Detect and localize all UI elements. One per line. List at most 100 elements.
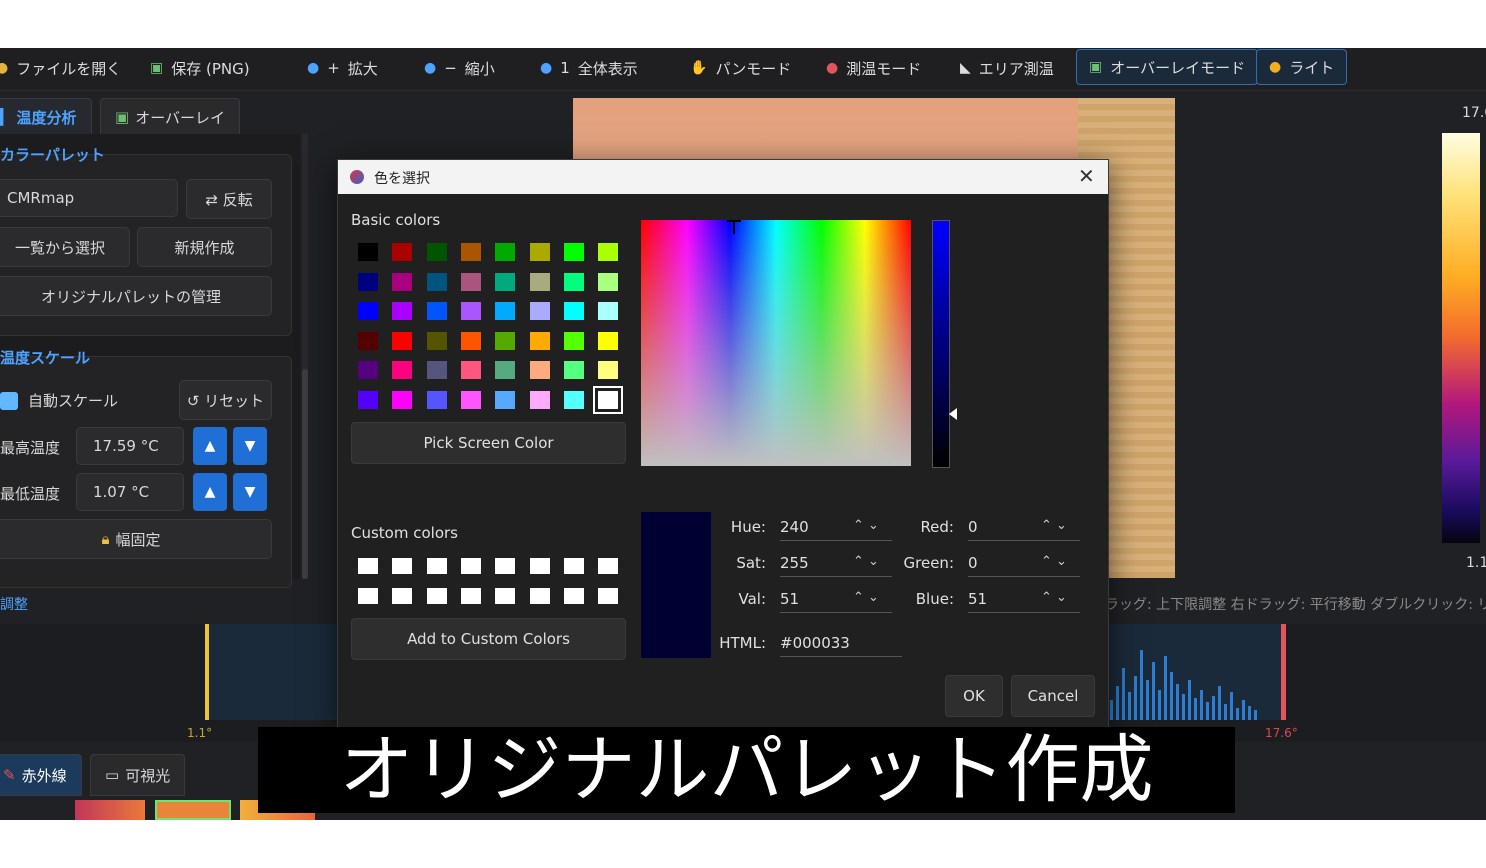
palette-select[interactable]: CMRmap — [0, 179, 178, 217]
custom-color-swatch[interactable] — [495, 558, 516, 574]
basic-color-swatch[interactable] — [495, 302, 516, 320]
custom-color-swatch[interactable] — [563, 558, 584, 574]
left-panel-scrollbar[interactable] — [302, 134, 308, 579]
basic-color-swatch[interactable] — [598, 272, 619, 291]
basic-color-swatch[interactable] — [529, 302, 550, 320]
basic-color-swatch[interactable] — [495, 243, 516, 261]
pick-screen-color-button[interactable]: Pick Screen Color — [351, 422, 626, 464]
basic-color-swatch[interactable] — [426, 243, 447, 261]
reset-button[interactable]: ↺ リセット — [179, 380, 272, 420]
custom-color-swatch[interactable] — [563, 588, 584, 604]
basic-color-swatch[interactable] — [598, 331, 619, 350]
val-spin-icon[interactable]: ⌃ ⌄ — [853, 590, 879, 605]
basic-color-swatch[interactable] — [563, 302, 584, 320]
cancel-button[interactable]: Cancel — [1011, 675, 1095, 717]
basic-color-swatch[interactable] — [495, 361, 516, 379]
basic-color-swatch[interactable] — [529, 361, 550, 379]
basic-color-swatch[interactable] — [358, 361, 378, 379]
basic-color-swatch[interactable] — [392, 390, 413, 409]
custom-color-swatch[interactable] — [426, 558, 447, 574]
temp-measure-button[interactable]: ● 測温モード — [826, 51, 921, 85]
close-icon[interactable]: ✕ — [1078, 164, 1095, 188]
custom-color-swatch[interactable] — [598, 558, 619, 574]
tab-temperature-analysis[interactable]: ▍ 温度分析 — [0, 98, 92, 135]
basic-color-swatch[interactable] — [460, 331, 481, 350]
max-temp-up-button[interactable]: ▲ — [193, 427, 227, 465]
zoom-in-button[interactable]: ● + 拡大 — [307, 51, 378, 85]
tab-infrared[interactable]: ✎ 赤外線 — [0, 754, 82, 796]
basic-color-swatch[interactable] — [563, 272, 584, 291]
manage-palettes-button[interactable]: オリジナルパレットの管理 — [0, 276, 272, 316]
area-measure-button[interactable]: ◣ エリア測温 — [960, 51, 1054, 85]
custom-color-swatch[interactable] — [529, 588, 550, 604]
basic-color-swatch[interactable] — [460, 243, 481, 261]
custom-color-swatch[interactable] — [358, 588, 378, 604]
basic-color-swatch[interactable] — [529, 331, 550, 350]
basic-color-swatch[interactable] — [358, 302, 378, 320]
basic-color-swatch[interactable] — [392, 361, 413, 379]
basic-color-swatch[interactable] — [426, 331, 447, 350]
custom-color-swatch[interactable] — [392, 558, 413, 574]
custom-color-swatch[interactable] — [358, 558, 378, 574]
hue-spin-icon[interactable]: ⌃ ⌄ — [853, 518, 879, 533]
basic-color-swatch[interactable] — [598, 302, 619, 320]
blue-spin-icon[interactable]: ⌃ ⌄ — [1041, 590, 1067, 605]
custom-color-swatch[interactable] — [426, 588, 447, 604]
basic-color-swatch[interactable] — [529, 390, 550, 409]
invert-button[interactable]: ⇄ 反転 — [186, 179, 272, 219]
basic-color-swatch[interactable] — [426, 272, 447, 291]
basic-color-swatch[interactable] — [460, 272, 481, 291]
basic-color-swatch[interactable] — [392, 272, 413, 291]
add-custom-colors-button[interactable]: Add to Custom Colors — [351, 618, 626, 660]
basic-color-swatch[interactable] — [563, 331, 584, 350]
basic-color-swatch[interactable] — [392, 331, 413, 350]
basic-color-swatch[interactable] — [426, 390, 447, 409]
basic-color-swatch[interactable] — [495, 331, 516, 350]
red-spin-icon[interactable]: ⌃ ⌄ — [1041, 518, 1067, 533]
basic-color-swatch[interactable] — [426, 361, 447, 379]
thumbnail-2[interactable] — [155, 800, 231, 820]
basic-color-swatch[interactable] — [392, 302, 413, 320]
custom-color-swatch[interactable] — [495, 588, 516, 604]
custom-color-swatch[interactable] — [598, 588, 619, 604]
basic-color-swatch[interactable] — [495, 390, 516, 409]
open-file-button[interactable]: ● ファイルを開く — [0, 51, 121, 85]
histogram-max-handle[interactable] — [1281, 624, 1286, 720]
overlay-mode-button[interactable]: ▣ オーバーレイモード — [1076, 49, 1259, 85]
html-input[interactable]: #000033 — [780, 632, 902, 657]
new-palette-button[interactable]: 新規作成 — [137, 227, 272, 267]
adjust-link[interactable]: 調整 — [0, 594, 28, 614]
custom-color-swatch[interactable] — [460, 588, 481, 604]
min-temp-input[interactable]: 1.07 °C — [76, 473, 184, 511]
basic-color-swatch[interactable] — [460, 361, 481, 379]
basic-color-swatch[interactable] — [358, 243, 378, 261]
basic-color-swatch[interactable] — [563, 243, 584, 261]
max-temp-down-button[interactable]: ▼ — [233, 427, 267, 465]
basic-color-swatch[interactable] — [426, 302, 447, 320]
save-png-button[interactable]: ▣ 保存 (PNG) — [150, 51, 250, 85]
tab-visible[interactable]: ▭ 可視光 — [90, 754, 186, 796]
basic-color-swatch[interactable] — [358, 390, 378, 409]
custom-color-swatch[interactable] — [460, 558, 481, 574]
min-temp-down-button[interactable]: ▼ — [233, 473, 267, 511]
histogram-min-handle[interactable] — [205, 624, 209, 720]
fix-width-button[interactable]: 🔒︎ 幅固定 — [0, 519, 272, 559]
auto-scale-checkbox[interactable] — [0, 392, 18, 410]
pan-mode-button[interactable]: ✋ パンモード — [690, 51, 791, 85]
zoom-fit-button[interactable]: ● 1 全体表示 — [540, 51, 638, 85]
value-slider-arrow-icon[interactable] — [949, 408, 957, 420]
select-from-list-button[interactable]: 一覧から選択 — [0, 227, 130, 267]
max-temp-input[interactable]: 17.59 °C — [76, 427, 184, 465]
basic-color-swatch[interactable] — [358, 331, 378, 350]
thumbnail-1[interactable] — [75, 800, 145, 820]
hue-saturation-picker[interactable] — [641, 220, 911, 466]
basic-color-swatch[interactable] — [392, 243, 413, 261]
basic-color-swatch[interactable] — [358, 272, 378, 291]
value-slider[interactable] — [932, 220, 950, 468]
custom-color-swatch[interactable] — [529, 558, 550, 574]
scrollbar-thumb[interactable] — [302, 369, 308, 579]
basic-color-swatch[interactable] — [598, 361, 619, 379]
basic-color-swatch[interactable] — [563, 361, 584, 379]
basic-color-swatch[interactable] — [495, 272, 516, 291]
basic-color-swatch[interactable] — [460, 302, 481, 320]
